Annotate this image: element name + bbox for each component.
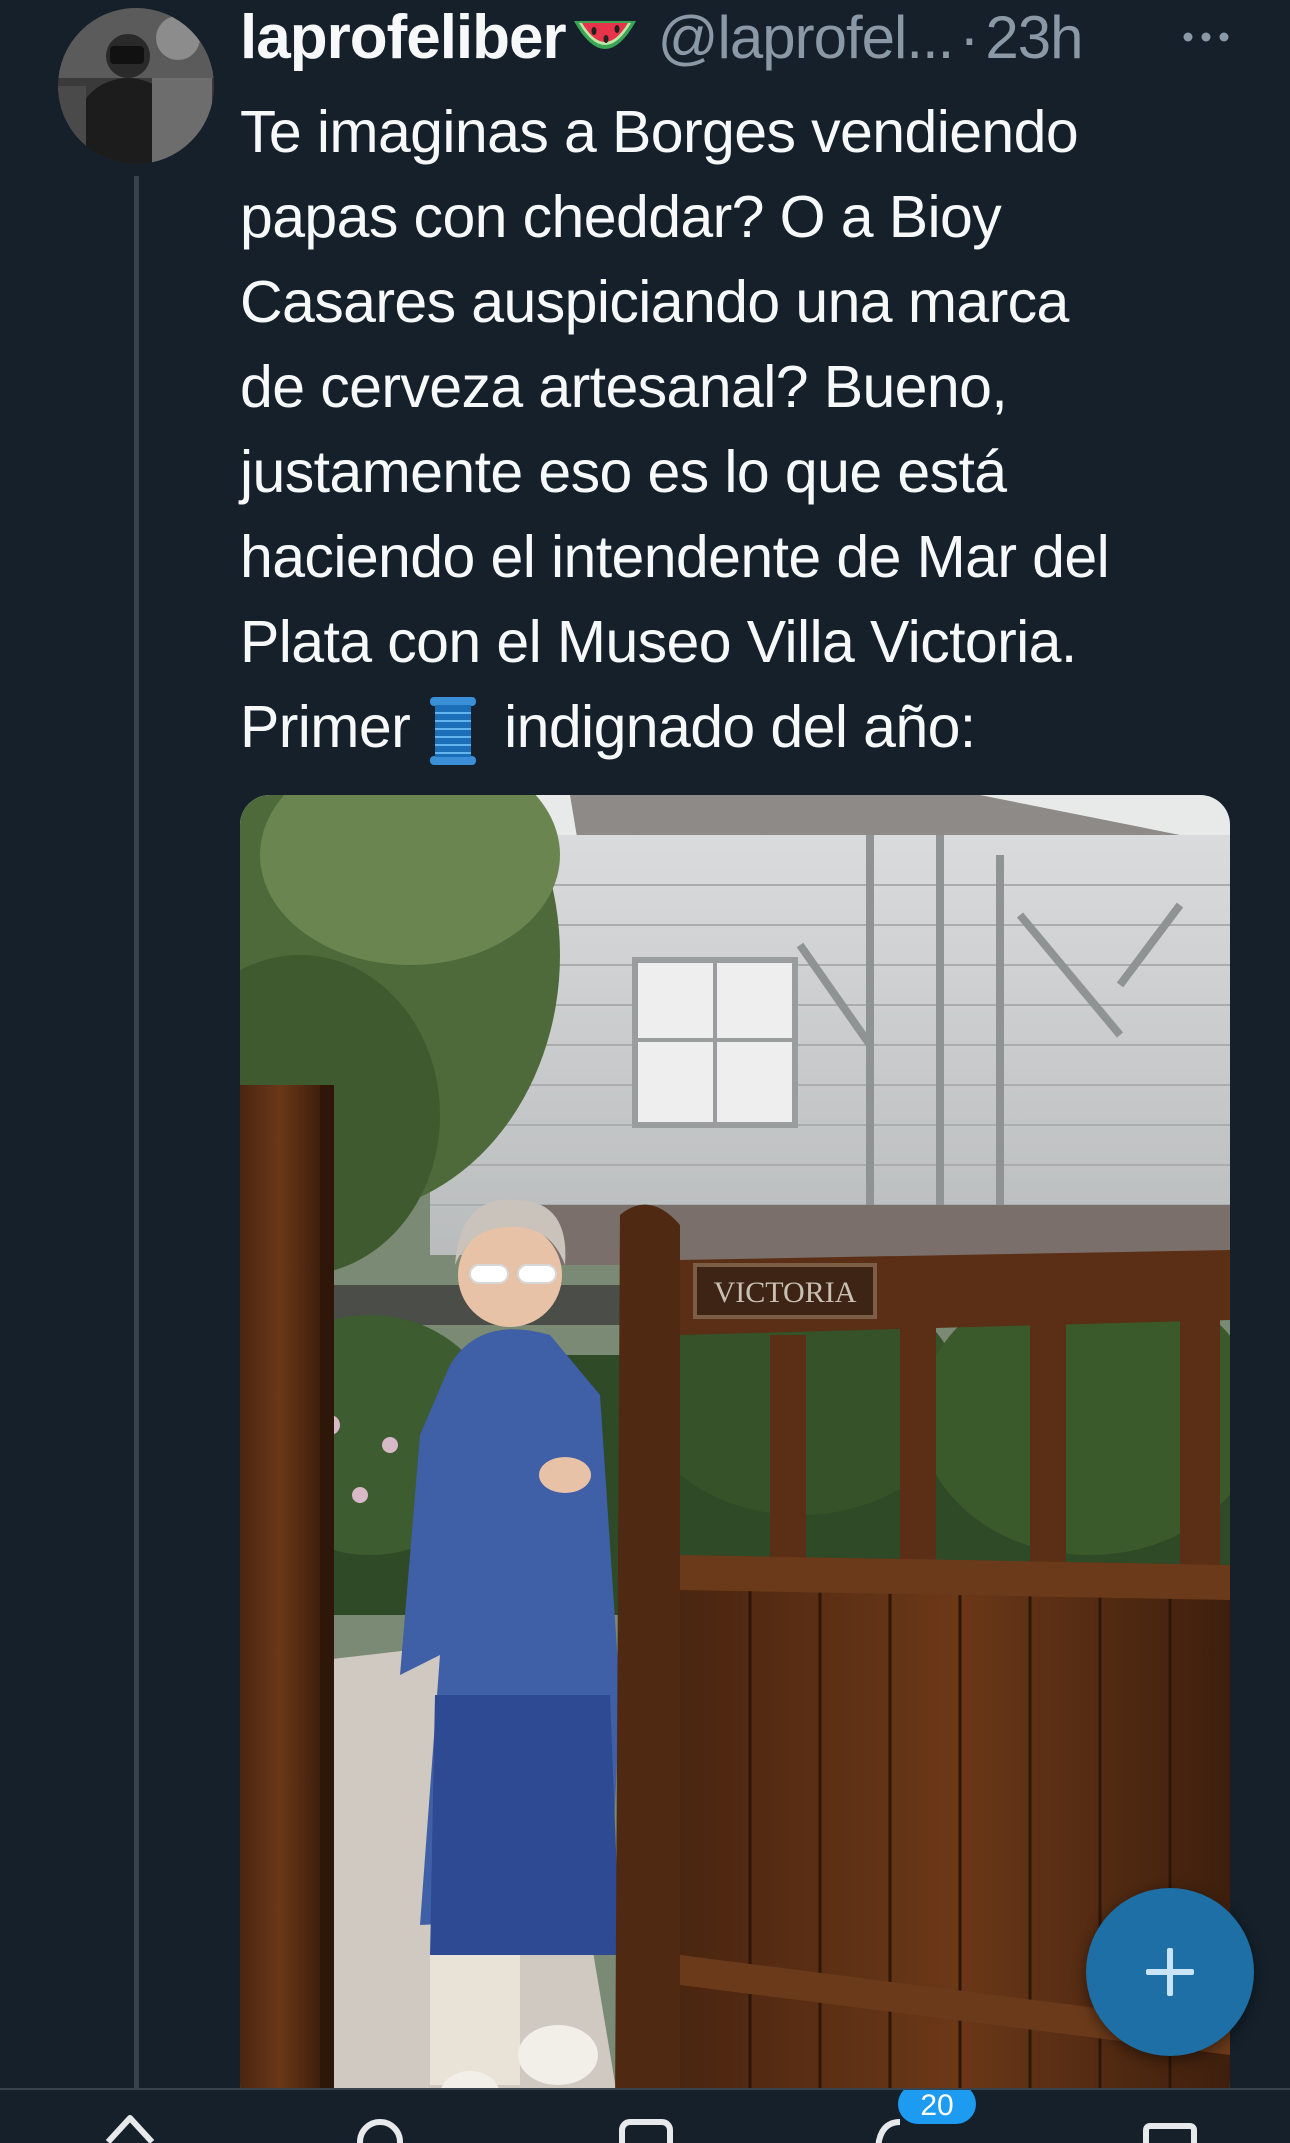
media-image: VICTORIA	[240, 795, 1230, 2113]
watermelon-emoji-icon	[570, 7, 640, 67]
tweet-header: laprofeliber @laprofel... · 23h	[240, 0, 1240, 74]
tweet-text-line: haciendo el intendente de Mar del	[240, 524, 1110, 590]
notifications-badge: 20	[898, 2090, 976, 2124]
avatar-photo	[58, 8, 214, 164]
tweet-text-fragment: Primer	[240, 694, 411, 760]
header-separator: ·	[959, 3, 980, 71]
tweet-text-line: Plata con el Museo Villa Victoria.	[240, 609, 1077, 675]
messages-icon[interactable]	[1142, 2112, 1198, 2143]
author-display-name[interactable]: laprofeliber	[240, 2, 567, 73]
tweet-text-line: Casares auspiciando una marca	[240, 269, 1069, 335]
search-icon[interactable]	[354, 2112, 410, 2143]
spool-of-thread-emoji-icon	[424, 695, 482, 767]
compose-button[interactable]	[1086, 1888, 1254, 2056]
gate-sign-text: VICTORIA	[714, 1276, 857, 1309]
plus-icon	[1146, 1948, 1194, 1996]
more-options-icon[interactable]	[1176, 22, 1236, 52]
tweet-media-photo[interactable]: VICTORIA	[240, 795, 1230, 2113]
tweet-text-line: justamente eso es lo que está	[240, 439, 1007, 505]
avatar[interactable]	[58, 8, 214, 164]
tweet-text-line: papas con cheddar? O a Bioy	[240, 184, 1002, 250]
tweet-text-line: Te imaginas a Borges vendiendo	[240, 99, 1079, 165]
tweet-text-fragment: indignado del año:	[504, 694, 976, 760]
tweet-text: Te imaginas a Borges vendiendo papas con…	[240, 90, 1240, 770]
tweet-detail-screen: laprofeliber @laprofel... · 23h Te imagi…	[0, 0, 1290, 2143]
author-handle[interactable]: @laprofel...	[658, 3, 955, 72]
bottom-navigation-bar: 20	[0, 2088, 1290, 2143]
tweet-text-line: de cerveza artesanal? Bueno,	[240, 354, 1008, 420]
tweet-text-line: Primer indignado del año:	[240, 685, 1240, 770]
communities-icon[interactable]	[618, 2112, 674, 2143]
tweet-timestamp[interactable]: 23h	[985, 3, 1083, 72]
home-icon[interactable]	[102, 2112, 158, 2143]
thread-connector-line	[134, 176, 139, 2143]
